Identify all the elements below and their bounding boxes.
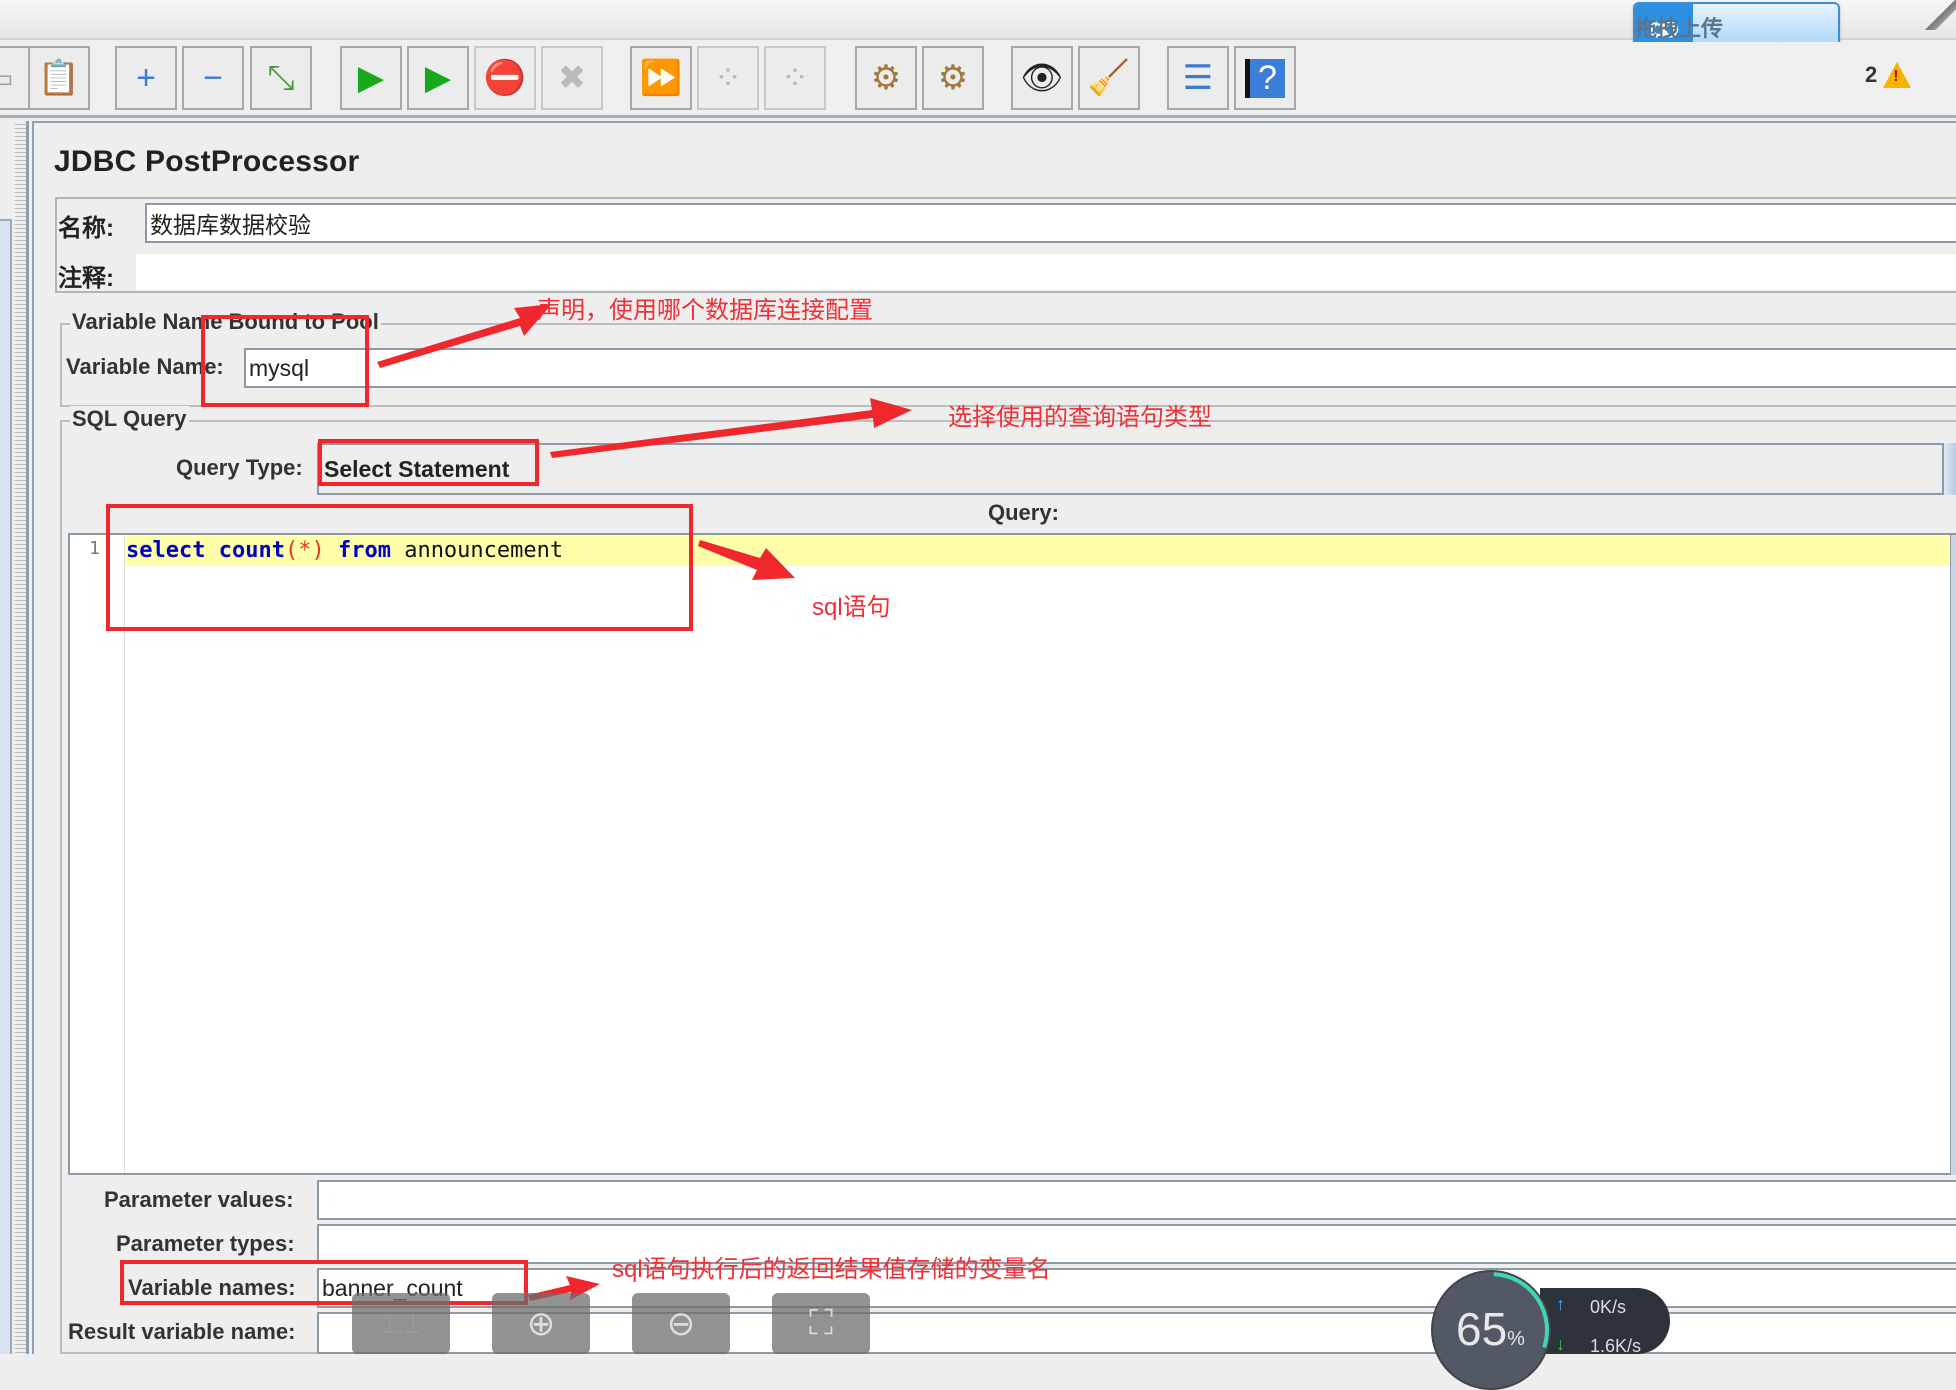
arrow-sql bbox=[698, 540, 795, 580]
annotation-sql-note: sql语句 bbox=[812, 594, 891, 621]
fit-screen-button[interactable]: ⛶ bbox=[772, 1293, 870, 1354]
annotation-variable-names-note: sql语句执行后的返回结果值存储的变量名 bbox=[612, 1256, 1051, 1283]
upload-speed: 0K/s bbox=[1590, 1297, 1627, 1317]
one-to-one-icon: 1:1 bbox=[381, 1307, 421, 1339]
download-arrow-icon: ↓ bbox=[1556, 1334, 1565, 1354]
annotation-query-type-note: 选择使用的查询语句类型 bbox=[948, 404, 1212, 431]
gauge-percent: 65% bbox=[1456, 1303, 1525, 1355]
zoom-in-icon: ⊕ bbox=[526, 1304, 556, 1343]
arrow-pool bbox=[377, 304, 552, 368]
zoom-out-button[interactable]: ⊖ bbox=[632, 1293, 730, 1354]
annotation-pool-note: 声明，使用哪个数据库连接配置 bbox=[537, 297, 873, 324]
fit-screen-icon: ⛶ bbox=[809, 1304, 833, 1342]
upload-arrow-icon: ↑ bbox=[1556, 1294, 1565, 1314]
annotation-arrows bbox=[377, 304, 912, 1301]
arrow-query-type bbox=[550, 398, 912, 458]
zoom-out-icon: ⊖ bbox=[666, 1304, 696, 1343]
actual-size-button[interactable]: 1:1 bbox=[352, 1293, 450, 1354]
zoom-in-button[interactable]: ⊕ bbox=[492, 1293, 590, 1354]
